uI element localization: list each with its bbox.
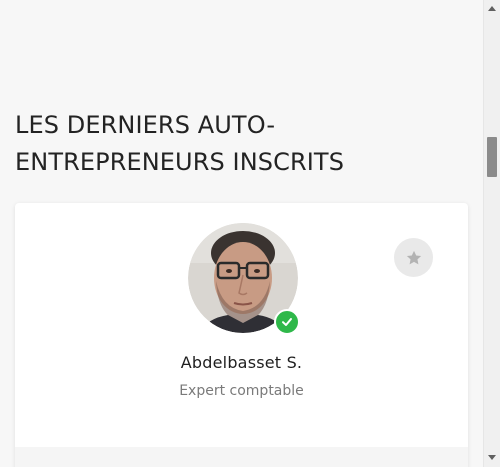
favorite-button[interactable] bbox=[394, 238, 433, 277]
vertical-scrollbar[interactable] bbox=[483, 0, 500, 467]
scroll-thumb[interactable] bbox=[487, 137, 497, 177]
verified-badge bbox=[274, 309, 300, 335]
scroll-down-arrow-icon[interactable] bbox=[488, 455, 496, 460]
card-footer bbox=[15, 447, 468, 467]
profile-name[interactable]: Abdelbasset S. bbox=[15, 353, 468, 372]
star-icon bbox=[406, 250, 421, 264]
avatar-container[interactable] bbox=[188, 223, 300, 335]
section-title: LES DERNIERS AUTO-ENTREPRENEURS INSCRITS bbox=[15, 111, 345, 176]
scroll-up-arrow-icon[interactable] bbox=[488, 6, 496, 11]
check-icon bbox=[282, 318, 292, 326]
main-content: LES DERNIERS AUTO-ENTREPRENEURS INSCRITS bbox=[0, 0, 483, 467]
profile-card[interactable]: Abdelbasset S. Expert comptable bbox=[15, 203, 468, 467]
profile-profession: Expert comptable bbox=[179, 383, 304, 399]
page: LES DERNIERS AUTO-ENTREPRENEURS INSCRITS bbox=[0, 0, 500, 467]
